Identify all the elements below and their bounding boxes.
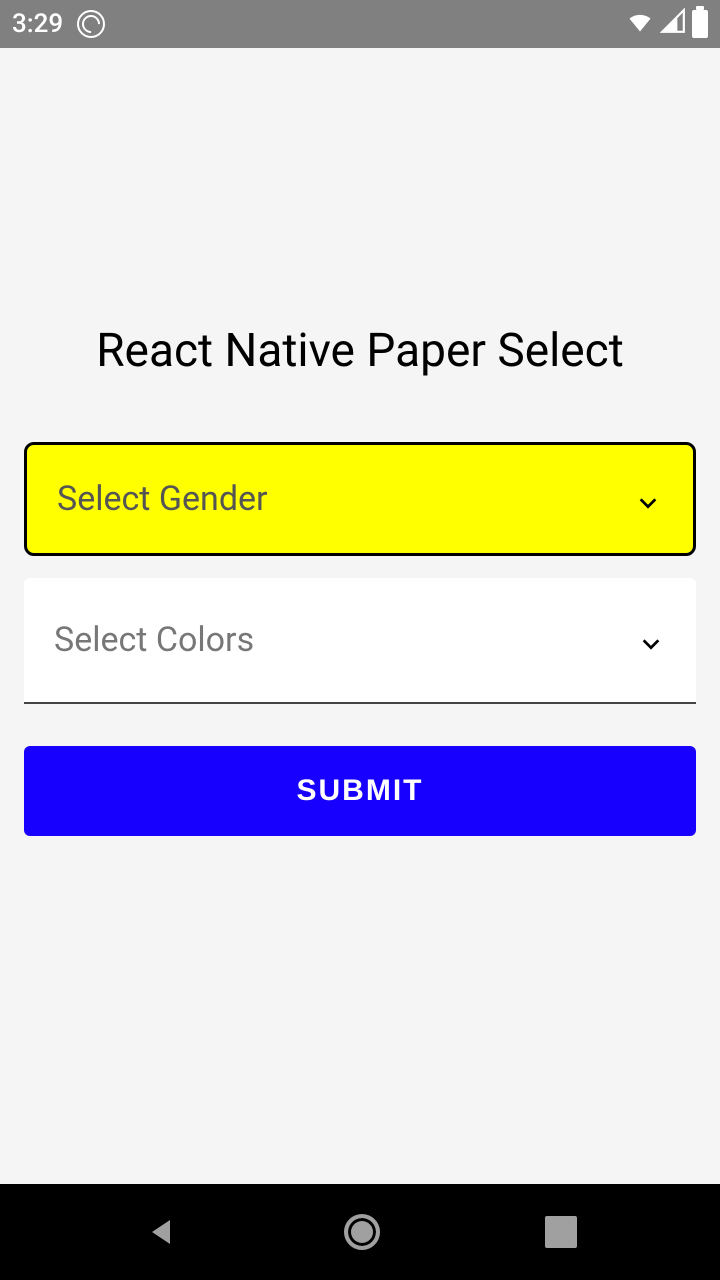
page-title: React Native Paper Select: [24, 324, 696, 378]
nav-home-button[interactable]: [344, 1214, 380, 1250]
nav-recent-button[interactable]: [545, 1216, 577, 1248]
select-colors[interactable]: Select Colors: [24, 578, 696, 704]
select-gender[interactable]: Select Gender: [24, 442, 696, 556]
circle-icon: [344, 1214, 380, 1250]
main-content: React Native Paper Select Select Gender …: [0, 12, 720, 1148]
select-colors-placeholder: Select Colors: [54, 620, 254, 660]
chevron-down-icon: [640, 624, 662, 664]
submit-button-label: SUBMIT: [297, 774, 424, 808]
square-icon: [545, 1216, 577, 1248]
nav-back-button[interactable]: [143, 1214, 179, 1250]
navigation-bar: [0, 1184, 720, 1280]
select-gender-placeholder: Select Gender: [57, 479, 268, 519]
submit-button[interactable]: SUBMIT: [24, 746, 696, 836]
chevron-down-icon: [637, 483, 659, 523]
